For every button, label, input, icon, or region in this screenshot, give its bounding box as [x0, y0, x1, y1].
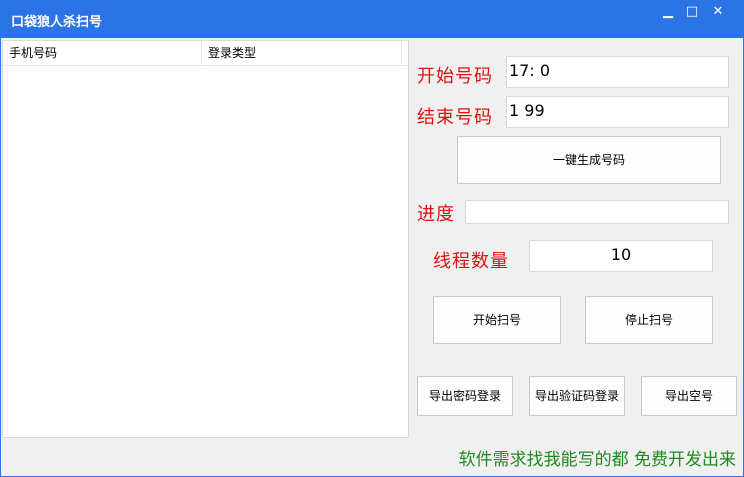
maximize-button[interactable]: □	[682, 3, 702, 21]
end-number-input[interactable]: 1 99	[506, 96, 729, 128]
window-title: 口袋狼人杀扫号	[11, 15, 103, 30]
list-header: 手机号码 登录类型	[3, 41, 408, 66]
column-login-type[interactable]: 登录类型	[202, 41, 402, 66]
export-password-login-button[interactable]: 导出密码登录	[417, 376, 513, 416]
thread-count-input[interactable]: 10	[529, 240, 713, 272]
generate-numbers-button[interactable]: 一键生成号码	[457, 136, 721, 184]
end-number-label: 结束号码	[417, 107, 493, 128]
stop-scan-button[interactable]: 停止扫号	[585, 296, 713, 344]
minimize-button[interactable]: ▁	[658, 3, 678, 21]
progress-box	[465, 200, 729, 224]
progress-label: 进度	[417, 204, 455, 225]
column-phone-number[interactable]: 手机号码	[3, 41, 202, 66]
export-sms-login-button[interactable]: 导出验证码登录	[529, 376, 625, 416]
start-scan-button[interactable]: 开始扫号	[433, 296, 561, 344]
thread-count-label: 线程数量	[433, 251, 509, 272]
account-list[interactable]: 手机号码 登录类型	[2, 40, 409, 438]
scrolling-notice-text: 软件需求找我能写的都 免费开发出来	[458, 450, 736, 470]
close-button[interactable]: ✕	[708, 3, 728, 21]
title-bar: 口袋狼人杀扫号 ▁ □ ✕	[0, 0, 744, 38]
start-number-label: 开始号码	[417, 66, 493, 87]
scrolling-notice: 软件需求找我能写的都 免费开发出来	[2, 446, 742, 474]
export-empty-numbers-button[interactable]: 导出空号	[641, 376, 737, 416]
start-number-input[interactable]: 17: 0	[506, 56, 729, 88]
